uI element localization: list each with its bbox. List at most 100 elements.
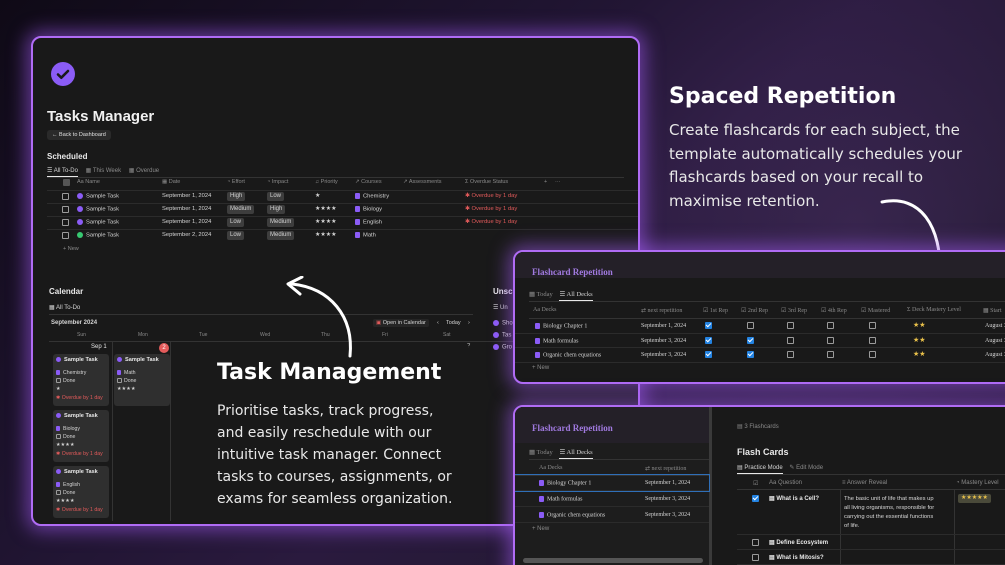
unscheduled-tab[interactable]: ☰ Un xyxy=(493,304,508,311)
done-checkbox[interactable] xyxy=(56,378,61,384)
tab-all-to-do[interactable]: ☰ All To-Do xyxy=(47,168,78,177)
rep-checkbox[interactable] xyxy=(705,351,712,358)
rep-checkbox[interactable] xyxy=(827,351,834,358)
task-checkbox[interactable] xyxy=(62,232,69,239)
rep-checkbox[interactable] xyxy=(705,322,712,329)
calendar-task-card[interactable]: Sample Task Math Done ★★★★ xyxy=(114,354,170,406)
col-header[interactable]: ☑ 2nd Rep xyxy=(741,307,768,314)
col-header[interactable]: ☑ 4th Rep xyxy=(821,307,847,314)
task-name[interactable]: Sample Task xyxy=(77,232,119,239)
horizontal-scrollbar[interactable] xyxy=(523,558,703,563)
rep-checkbox[interactable] xyxy=(827,322,834,329)
card-checkbox[interactable] xyxy=(752,495,759,502)
col-decks[interactable]: Aa Decks xyxy=(539,465,563,471)
rep-checkbox[interactable] xyxy=(869,336,876,344)
deck-name[interactable]: Organic chem equations xyxy=(535,352,601,358)
col-mastery-level[interactable]: ◔ Mastery Level xyxy=(956,480,999,486)
col-header[interactable]: ▦ Start xyxy=(983,307,1002,314)
col-assessments[interactable]: ↗ Assessments xyxy=(403,179,442,185)
col-header[interactable]: ⇄ next repetition xyxy=(641,307,682,314)
card-done[interactable]: Done xyxy=(56,490,75,496)
rep-checkbox[interactable] xyxy=(705,336,712,344)
select-all-checkbox[interactable] xyxy=(63,179,70,186)
col-question[interactable]: Aa Question xyxy=(769,480,802,486)
task-name[interactable]: Sample Task xyxy=(77,219,119,226)
col-effort[interactable]: ◔ Effort xyxy=(227,179,245,185)
card-question[interactable]: ▤ What is a Cell? xyxy=(769,495,819,502)
deck-name[interactable]: Organic chem equations xyxy=(539,512,605,518)
card-checkbox[interactable] xyxy=(752,554,759,561)
col-name[interactable]: Aa Name xyxy=(77,179,100,185)
deck-name[interactable]: Biology Chapter 1 xyxy=(539,480,591,486)
new-task-button[interactable]: + New xyxy=(63,246,79,252)
table-row[interactable]: Biology Chapter 1 September 1, 2024 xyxy=(515,474,710,492)
col-answer-reveal[interactable]: ≡ Answer Reveal xyxy=(842,480,887,486)
tab-all-decks[interactable]: ☰ All Decks xyxy=(559,291,593,301)
rep-checkbox[interactable] xyxy=(747,336,754,344)
course-link[interactable]: Chemistry xyxy=(355,193,389,200)
rep-checkbox[interactable] xyxy=(827,336,834,344)
table-row[interactable]: Biology Chapter 1 September 1, 2024 ★★ Augu… xyxy=(515,319,1005,334)
unscheduled-item[interactable]: Gro xyxy=(493,344,512,351)
col-impact[interactable]: ◔ Impact xyxy=(267,179,288,185)
done-checkbox[interactable] xyxy=(56,490,61,496)
flashcard-row[interactable]: ▤ What is a Cell? The basic unit of life … xyxy=(737,491,1005,535)
task-checkbox[interactable] xyxy=(62,193,69,200)
col-next-repetition[interactable]: ⇄ next repetition xyxy=(645,465,686,472)
tab-today[interactable]: ▦ Today xyxy=(529,291,553,298)
col-header[interactable]: ☑ 1st Rep xyxy=(703,307,728,314)
tab-practice-mode[interactable]: ▤ Practice Mode xyxy=(737,465,783,474)
col-header[interactable]: Σ Deck Mastery Level xyxy=(907,307,961,313)
rep-checkbox[interactable] xyxy=(787,322,794,329)
unscheduled-item[interactable]: Sho xyxy=(493,320,513,327)
col-header[interactable]: ☑ Mastered xyxy=(861,307,890,314)
task-checkbox[interactable] xyxy=(62,206,69,213)
deck-name[interactable]: Biology Chapter 1 xyxy=(535,323,587,329)
card-question[interactable]: ▤ What is Mitosis? xyxy=(769,554,824,561)
table-row[interactable]: Organic chem equations September 3, 2024 ★… xyxy=(515,348,1005,363)
table-row[interactable]: Sample Task September 2, 2024 Low Medium ★★★… xyxy=(47,229,638,242)
today-button[interactable]: Today xyxy=(446,320,461,326)
course-link[interactable]: English xyxy=(355,219,382,226)
card-checkbox[interactable] xyxy=(752,539,759,546)
table-row[interactable]: Sample Task September 1, 2024 Low Medium ★★★… xyxy=(47,216,638,229)
table-row[interactable]: Organic chem equations September 3, 2024 xyxy=(515,507,709,523)
done-checkbox[interactable] xyxy=(117,378,122,384)
unscheduled-item[interactable]: Tas xyxy=(493,332,511,339)
deck-name[interactable]: Math formulas xyxy=(535,337,579,344)
rep-checkbox[interactable] xyxy=(747,322,754,329)
course-link[interactable]: Biology xyxy=(355,206,382,213)
calendar-view-tab[interactable]: ▦ All To-Do xyxy=(49,304,80,311)
back-to-dashboard-button[interactable]: ← Back to Dashboard xyxy=(47,130,111,140)
col-priority[interactable]: ♫ Priority xyxy=(315,179,338,185)
tab-all-decks[interactable]: ☰ All Decks xyxy=(559,449,593,459)
tab-this-week[interactable]: ▦ This Week xyxy=(86,168,121,174)
select-all-checkbox[interactable]: ☑ xyxy=(753,480,758,487)
table-row[interactable]: Sample Task September 1, 2024 High Low ★ Chem… xyxy=(47,190,638,203)
course-link[interactable]: Math xyxy=(355,232,376,239)
rep-checkbox[interactable] xyxy=(869,351,876,358)
col-header[interactable]: Aa Decks xyxy=(533,307,557,313)
calendar-next[interactable]: › xyxy=(468,320,470,326)
table-row[interactable]: Sample Task September 1, 2024 Medium High ★★… xyxy=(47,203,638,216)
table-row[interactable]: Math formulas September 3, 2024 ★★ August 3 xyxy=(515,334,1005,348)
new-deck-button[interactable]: + New xyxy=(532,365,549,371)
col-date[interactable]: ▦ Date xyxy=(162,179,180,185)
task-name[interactable]: Sample Task xyxy=(77,206,119,213)
col-header[interactable]: ☑ 3rd Rep xyxy=(781,307,807,314)
flashcard-row[interactable]: ▤ Define Ecosystem xyxy=(737,535,1005,550)
card-done[interactable]: Done xyxy=(56,434,75,440)
task-name[interactable]: Sample Task xyxy=(77,193,119,200)
task-checkbox[interactable] xyxy=(62,219,69,226)
card-done[interactable]: Done xyxy=(56,378,75,384)
tab-overdue[interactable]: ▦ Overdue xyxy=(129,168,159,174)
col-overdue-status[interactable]: Σ Overdue Status xyxy=(465,179,508,185)
card-question[interactable]: ▤ Define Ecosystem xyxy=(769,539,828,546)
more-icon[interactable]: ··· xyxy=(555,179,561,185)
new-deck-button[interactable]: + New xyxy=(532,526,549,532)
tab-today[interactable]: ▦ Today xyxy=(529,449,553,456)
card-done[interactable]: Done xyxy=(117,378,136,384)
open-in-calendar-button[interactable]: ▣ Open in Calendar xyxy=(373,319,429,327)
calendar-task-card[interactable]: Sample Task English Done ★★★★ ✱ Overdue by 1… xyxy=(53,466,109,518)
calendar-task-card[interactable]: Sample Task Chemistry Done ★ ✱ Overdue by 1 … xyxy=(53,354,109,406)
